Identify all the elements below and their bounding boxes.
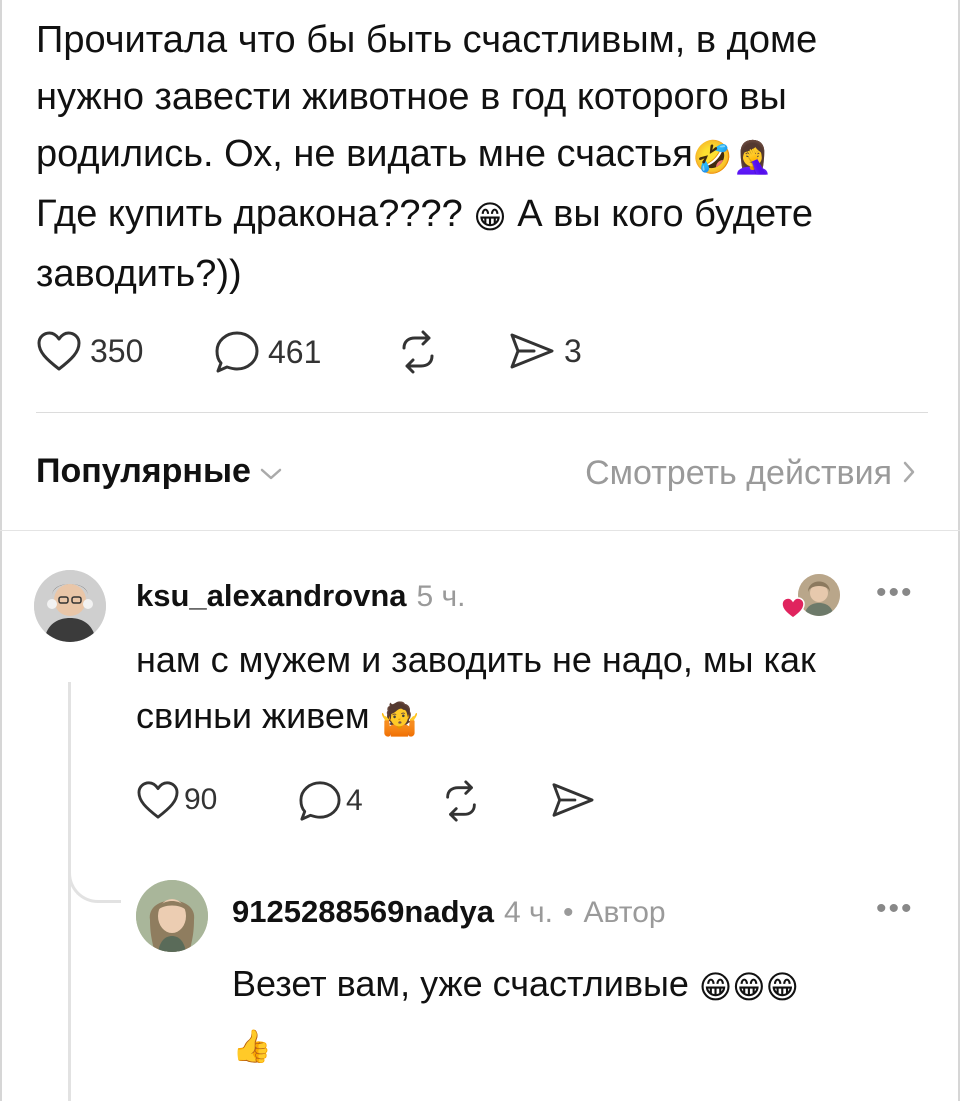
post-text-line: заводить?))	[36, 253, 242, 295]
post-text-segment: А вы кого будете	[506, 193, 813, 235]
like-button[interactable]: 350	[36, 330, 143, 372]
sort-label: Популярные	[36, 452, 251, 490]
heart-icon	[36, 330, 82, 372]
share-count: 3	[564, 332, 582, 369]
grin-emoji-icon: 😁😁😁	[698, 968, 799, 1006]
repost-icon	[396, 330, 440, 374]
share-icon	[508, 330, 556, 372]
repost-button[interactable]	[396, 330, 440, 374]
meta-separator: •	[563, 896, 574, 929]
avatar[interactable]	[34, 570, 106, 642]
repost-button[interactable]	[440, 780, 482, 822]
like-count: 90	[184, 783, 218, 816]
post-text-segment: Где купить дракона????	[36, 193, 463, 235]
like-count: 350	[90, 332, 144, 369]
liked-by-author-heart-icon	[780, 596, 806, 625]
comment-meta: ksu_alexandrovna 5 ч.	[136, 578, 466, 614]
divider	[0, 530, 960, 531]
more-icon[interactable]: •••	[876, 576, 914, 610]
reply-meta: 9125288569nadya 4 ч. • Автор	[232, 894, 666, 930]
reply-text-line: Везет вам, уже счастливые 😁😁😁	[232, 956, 799, 1015]
shrug-emoji-icon: 🤷	[379, 700, 420, 738]
post-text-line: родились. Ох, не видать мне счастья🤣🤦‍♀️	[36, 126, 916, 186]
comment-icon	[214, 330, 260, 374]
comments-sort-row: Популярные Смотреть действия	[36, 452, 916, 496]
like-button[interactable]: 90	[136, 780, 217, 820]
laughing-facepalm-emoji-icon: 🤣🤦‍♀️	[692, 138, 773, 176]
comment-text-segment: свиньи живем	[136, 695, 370, 736]
thumbs-up-emoji-icon: 👍	[232, 1027, 272, 1065]
sort-dropdown[interactable]: Популярные	[36, 452, 283, 491]
comment-button[interactable]: 461	[214, 330, 321, 374]
comment-time: 5 ч.	[416, 580, 466, 613]
comment-text: нам с мужем и заводить не надо, мы как с…	[136, 632, 816, 747]
view-actions-link[interactable]: Смотреть действия	[585, 454, 916, 493]
reply-connector	[68, 860, 121, 903]
grin-emoji-icon: 😁	[473, 198, 507, 236]
more-icon[interactable]: •••	[876, 892, 914, 926]
post-text-segment: родились. Ох, не видать мне счастья	[36, 133, 693, 175]
comment-icon	[298, 780, 342, 822]
chevron-down-icon	[259, 452, 283, 491]
post-text: Прочитала что бы быть счастливым, в доме…	[36, 12, 916, 303]
divider	[36, 412, 928, 413]
post-text-line: нужно завести животное в год которого вы	[36, 76, 787, 118]
comment-username[interactable]: ksu_alexandrovna	[136, 578, 407, 614]
thread-line	[68, 682, 71, 1101]
avatar[interactable]	[136, 880, 208, 952]
share-button[interactable]	[550, 780, 596, 820]
comment-text-line: нам с мужем и заводить не надо, мы как	[136, 639, 816, 680]
share-button[interactable]: 3	[508, 330, 582, 372]
reply-text-segment: Везет вам, уже счастливые	[232, 963, 689, 1004]
comment-count: 461	[268, 333, 322, 370]
repost-icon	[440, 780, 482, 822]
post-text-line: Прочитала что бы быть счастливым, в доме	[36, 19, 818, 61]
reply-text-line: 👍	[232, 1015, 799, 1074]
share-icon	[550, 780, 596, 820]
reply-count: 4	[346, 784, 363, 817]
heart-icon	[136, 780, 180, 820]
comment-button[interactable]: 4	[298, 780, 363, 822]
reply-time: 4 ч.	[504, 896, 553, 929]
window-border-left	[0, 0, 2, 1101]
post-text-line: Где купить дракона???? 😁 А вы кого будет…	[36, 186, 916, 246]
view-actions-label: Смотреть действия	[585, 454, 892, 492]
reply-username[interactable]: 9125288569nadya	[232, 894, 494, 930]
reply-text: Везет вам, уже счастливые 😁😁😁 👍	[232, 956, 799, 1074]
chevron-right-icon	[902, 454, 916, 493]
author-badge: Автор	[583, 896, 666, 929]
comment-text-line: свиньи живем 🤷	[136, 688, 816, 747]
